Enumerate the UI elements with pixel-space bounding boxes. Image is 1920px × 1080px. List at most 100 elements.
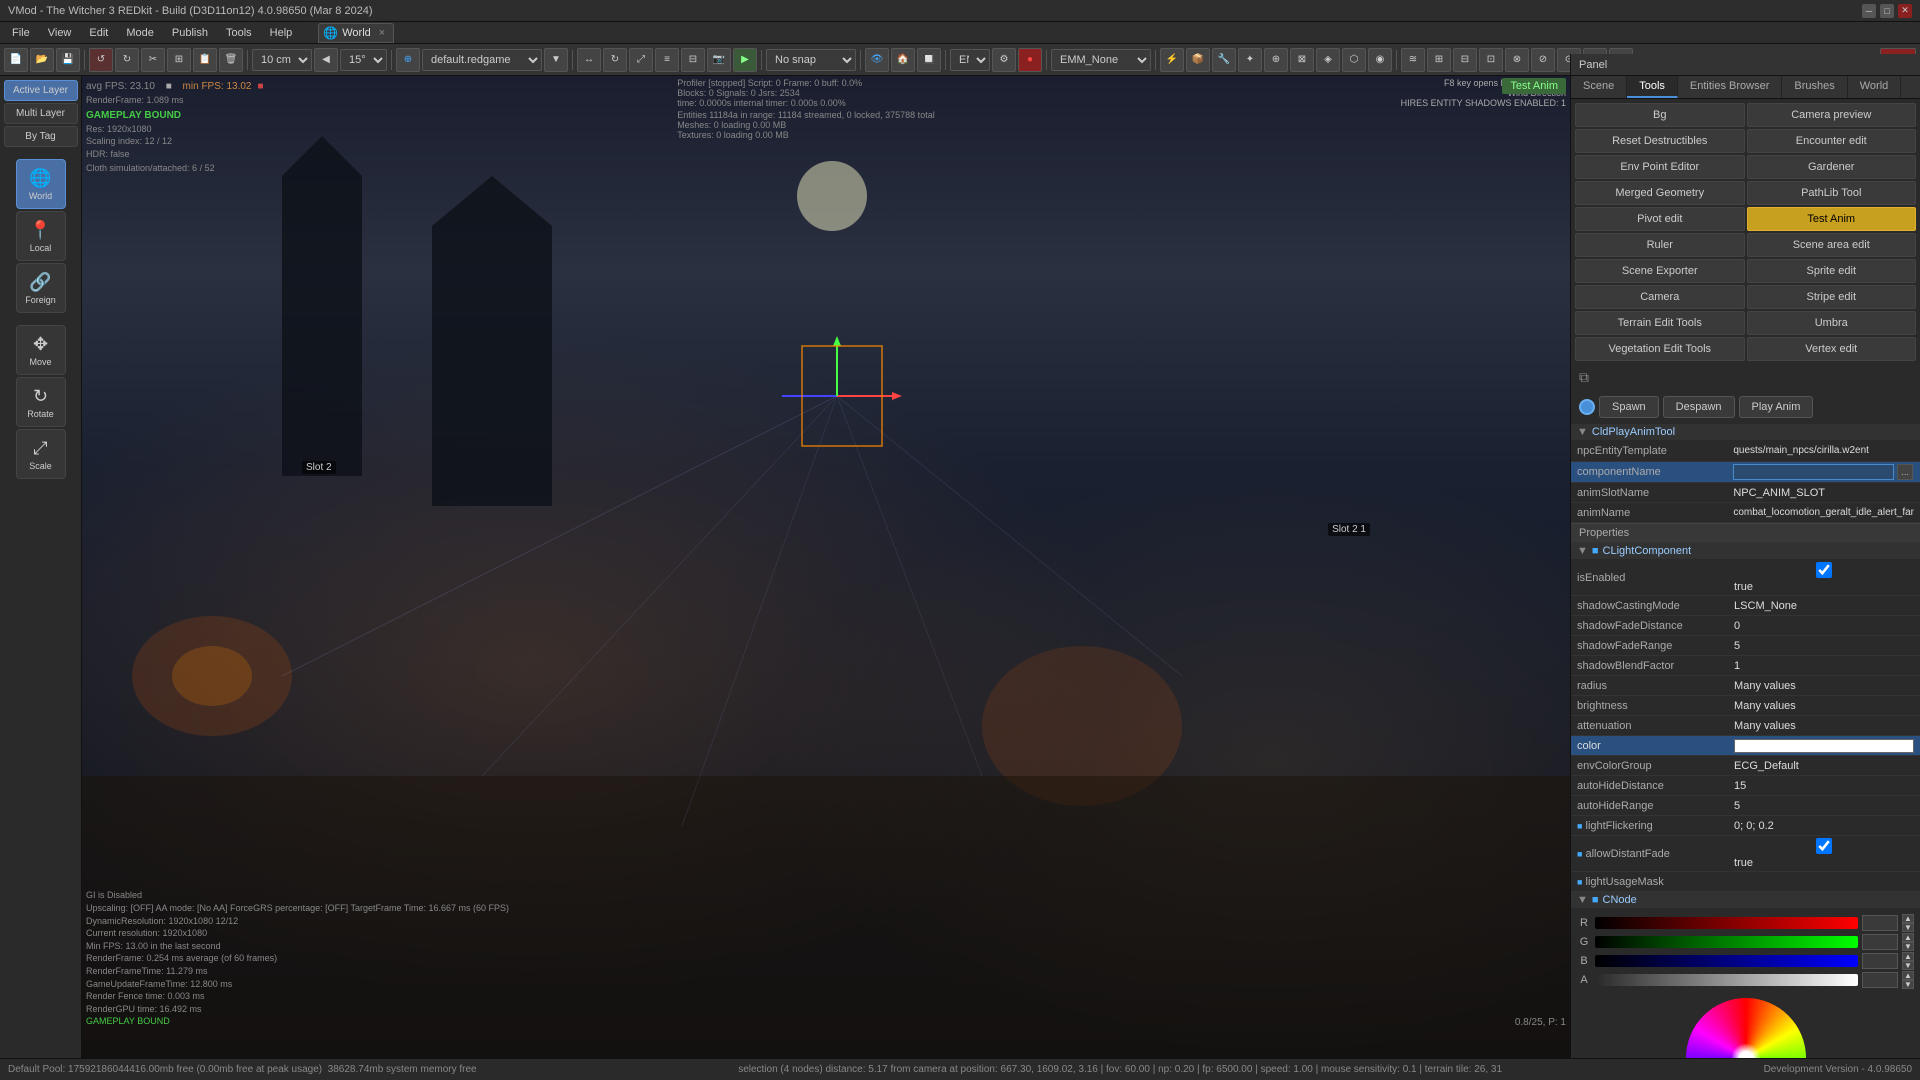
- close-button[interactable]: ✕: [1898, 4, 1912, 18]
- stripe-edit-btn[interactable]: Stripe edit: [1747, 285, 1917, 309]
- tab-tools[interactable]: Tools: [1627, 76, 1678, 98]
- by-tag-btn[interactable]: By Tag: [4, 126, 78, 147]
- tb-ent6[interactable]: ⊠: [1290, 48, 1314, 72]
- tb-play[interactable]: ▶: [733, 48, 757, 72]
- component-name-input[interactable]: [1733, 464, 1894, 480]
- r-spinner[interactable]: ▲ ▼: [1902, 914, 1914, 932]
- prop-autoHideDist-value[interactable]: 15: [1728, 776, 1920, 796]
- pathlib-tool-btn[interactable]: PathLib Tool: [1747, 181, 1917, 205]
- menu-file[interactable]: File: [4, 25, 38, 41]
- external-link-icon[interactable]: ⧉: [1579, 369, 1589, 385]
- tb-vis3[interactable]: 🔲: [917, 48, 941, 72]
- spawn-button[interactable]: Spawn: [1599, 396, 1659, 418]
- tb-camera[interactable]: 📷: [707, 48, 731, 72]
- tb-angle-dec[interactable]: ◀: [314, 48, 338, 72]
- anim-field-1-value[interactable]: …: [1727, 461, 1920, 483]
- prop-lightFlicker-value[interactable]: 0; 0; 0.2: [1728, 816, 1920, 836]
- prop-allowFade-value[interactable]: true: [1728, 836, 1920, 872]
- prop-radius-value[interactable]: Many values: [1728, 676, 1920, 696]
- camera-preview-btn[interactable]: Camera preview: [1747, 103, 1917, 127]
- rotate-btn[interactable]: ↻ Rotate: [16, 377, 66, 427]
- prop-autoHideRange-value[interactable]: 5: [1728, 796, 1920, 816]
- tb-extra3[interactable]: ⊟: [1453, 48, 1477, 72]
- minimize-button[interactable]: ─: [1862, 4, 1876, 18]
- tb-ent7[interactable]: ◈: [1316, 48, 1340, 72]
- anim-field-3-value[interactable]: combat_locomotion_geralt_idle_alert_far: [1727, 503, 1920, 523]
- lang-dropdown[interactable]: EN: [950, 49, 990, 71]
- a-spinner[interactable]: ▲ ▼: [1902, 971, 1914, 989]
- ruler-btn[interactable]: Ruler: [1575, 233, 1745, 257]
- color-swatch[interactable]: [1734, 739, 1914, 753]
- scene-exporter-btn[interactable]: Scene Exporter: [1575, 259, 1745, 283]
- env-point-editor-btn[interactable]: Env Point Editor: [1575, 155, 1745, 179]
- light-component-collapse[interactable]: ▼: [1577, 545, 1588, 557]
- angle-dropdown[interactable]: 15°: [340, 49, 387, 71]
- b-down[interactable]: ▼: [1902, 961, 1914, 970]
- multi-layer-btn[interactable]: Multi Layer: [4, 103, 78, 124]
- r-up[interactable]: ▲: [1902, 914, 1914, 923]
- tb-ent1[interactable]: ⚡: [1160, 48, 1184, 72]
- tb-new[interactable]: 📄: [4, 48, 28, 72]
- prop-envColor-value[interactable]: ECG_Default: [1728, 756, 1920, 776]
- world-tab[interactable]: 🌐 World ×: [318, 23, 394, 43]
- viewport[interactable]: avg FPS: 23.10 ■ min FPS: 13.02 ■ Render…: [82, 76, 1570, 1058]
- redgame-dropdown[interactable]: default.redgame: [422, 49, 542, 71]
- local-layer-btn[interactable]: 📍 Local: [16, 211, 66, 261]
- tb-rotate[interactable]: ↻: [603, 48, 627, 72]
- prop-shadowBlend-value[interactable]: 1: [1728, 656, 1920, 676]
- world-layer-btn[interactable]: 🌐 World: [16, 159, 66, 209]
- color-wheel-container[interactable]: [1571, 994, 1920, 1058]
- tb-flip[interactable]: ⊟: [681, 48, 705, 72]
- unit-dropdown[interactable]: 10 cm: [252, 49, 312, 71]
- g-slider[interactable]: [1595, 936, 1858, 948]
- pivot-edit-btn[interactable]: Pivot edit: [1575, 207, 1745, 231]
- scene-area-edit-btn[interactable]: Scene area edit: [1747, 233, 1917, 257]
- r-value[interactable]: 255: [1862, 915, 1898, 931]
- world-tab-close[interactable]: ×: [379, 27, 385, 39]
- prop-attenuation-value[interactable]: Many values: [1728, 716, 1920, 736]
- b-slider[interactable]: [1595, 955, 1858, 967]
- tb-extra2[interactable]: ⊞: [1427, 48, 1451, 72]
- g-spinner[interactable]: ▲ ▼: [1902, 933, 1914, 951]
- tb-cut[interactable]: ✂: [141, 48, 165, 72]
- r-down[interactable]: ▼: [1902, 923, 1914, 932]
- gardener-btn[interactable]: Gardener: [1747, 155, 1917, 179]
- prop-shadowFadeDist-value[interactable]: 0: [1728, 616, 1920, 636]
- g-down[interactable]: ▼: [1902, 942, 1914, 951]
- a-slider[interactable]: [1595, 974, 1858, 986]
- allowFade-checkbox[interactable]: [1734, 838, 1914, 854]
- menu-edit[interactable]: Edit: [81, 25, 116, 41]
- snap-dropdown[interactable]: No snap: [766, 49, 856, 71]
- tb-extra4[interactable]: ⊡: [1479, 48, 1503, 72]
- tb-extra6[interactable]: ⊘: [1531, 48, 1555, 72]
- prop-color-value[interactable]: [1728, 736, 1920, 756]
- color-wheel[interactable]: [1686, 998, 1806, 1058]
- menu-view[interactable]: View: [40, 25, 80, 41]
- merged-geometry-btn[interactable]: Merged Geometry: [1575, 181, 1745, 205]
- tb-ent2[interactable]: 📦: [1186, 48, 1210, 72]
- tab-entities-browser[interactable]: Entities Browser: [1678, 76, 1782, 98]
- tb-extra1[interactable]: ≋: [1401, 48, 1425, 72]
- despawn-button[interactable]: Despawn: [1663, 396, 1735, 418]
- tb-delete[interactable]: 🗑: [219, 48, 243, 72]
- a-value[interactable]: 255: [1862, 972, 1898, 988]
- reset-destructibles-btn[interactable]: Reset Destructibles: [1575, 129, 1745, 153]
- prop-brightness-value[interactable]: Many values: [1728, 696, 1920, 716]
- tb-vis2[interactable]: 🏠: [891, 48, 915, 72]
- component-edit-btn[interactable]: …: [1897, 464, 1913, 480]
- tb-settings[interactable]: ▼: [544, 48, 568, 72]
- a-down[interactable]: ▼: [1902, 980, 1914, 989]
- play-anim-button[interactable]: Play Anim: [1739, 396, 1814, 418]
- tb-ent3[interactable]: 🔧: [1212, 48, 1236, 72]
- tb-target[interactable]: ⊕: [396, 48, 420, 72]
- prop-isEnabled-value[interactable]: true: [1728, 560, 1920, 596]
- properties-scroll[interactable]: ▼ ■ CLightComponent isEnabled true shado…: [1571, 543, 1920, 1058]
- maximize-button[interactable]: □: [1880, 4, 1894, 18]
- vegetation-edit-btn[interactable]: Vegetation Edit Tools: [1575, 337, 1745, 361]
- encounter-edit-btn[interactable]: Encounter edit: [1747, 129, 1917, 153]
- anim-tool-collapse[interactable]: ▼: [1577, 426, 1588, 438]
- g-value[interactable]: 255: [1862, 934, 1898, 950]
- b-value[interactable]: 255: [1862, 953, 1898, 969]
- tab-world[interactable]: World: [1848, 76, 1902, 98]
- active-layer-btn[interactable]: Active Layer: [4, 80, 78, 101]
